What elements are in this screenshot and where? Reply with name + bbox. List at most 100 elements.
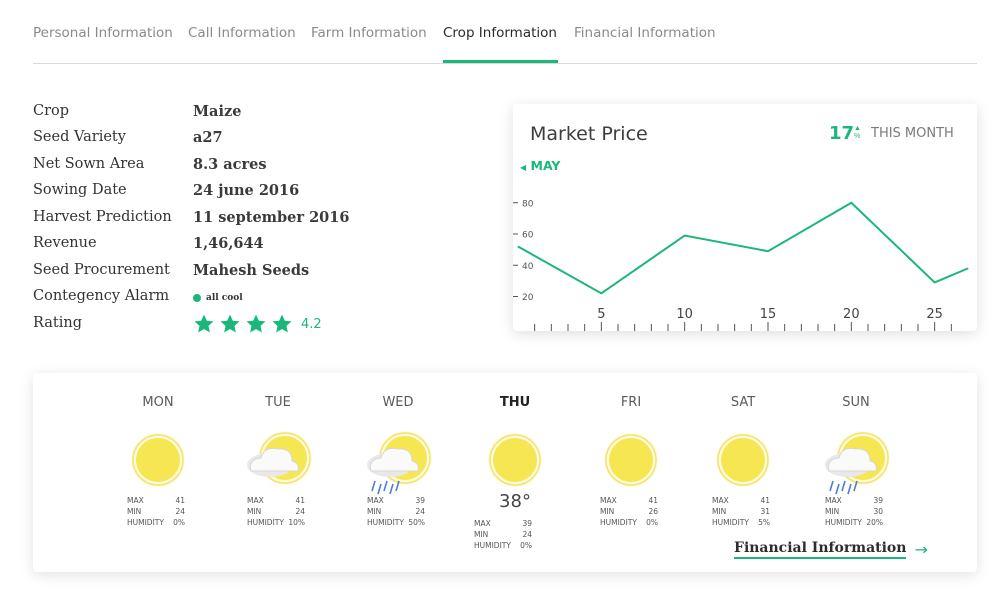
- day-name: TUE: [265, 395, 291, 410]
- stat-humidity: HUMIDITY 10%: [247, 517, 305, 528]
- tab-bar: Personal Information Call Information Fa…: [33, 0, 977, 64]
- stat-label: HUMIDITY: [367, 518, 404, 527]
- stat-value: 31: [760, 507, 770, 516]
- stat-label: HUMIDITY: [127, 518, 164, 527]
- stat-humidity: HUMIDITY 0%: [474, 540, 532, 551]
- arrow-right-icon[interactable]: →: [914, 540, 927, 559]
- stat-humidity: HUMIDITY 0%: [600, 517, 658, 528]
- stat-value: 41: [295, 496, 305, 505]
- status-dot-icon: [193, 294, 201, 302]
- stat-value: 26: [648, 507, 658, 516]
- day-name: SUN: [842, 395, 870, 410]
- info-value: 8.3 acres: [193, 156, 267, 173]
- day-stats: MAX 39 MIN 24 HUMIDITY 50%: [367, 495, 425, 528]
- price-series-line: [517, 201, 969, 295]
- stat-label: MIN: [712, 507, 727, 516]
- price-data-point: [517, 246, 519, 247]
- stat-min: MIN 31: [712, 506, 770, 517]
- stat-value: 24: [415, 507, 425, 516]
- stat-label: HUMIDITY: [600, 518, 637, 527]
- sun-icon: [131, 433, 185, 487]
- stat-label: MAX: [712, 496, 729, 505]
- stat-value: 0%: [520, 541, 532, 550]
- cloud-sun-icon: [247, 431, 312, 485]
- x-tick-label: 25: [926, 307, 943, 322]
- stat-min: MIN 24: [127, 506, 185, 517]
- stat-label: HUMIDITY: [247, 518, 284, 527]
- day-stats: MAX 39 MIN 24 HUMIDITY 0%: [474, 518, 532, 551]
- stat-label: MAX: [474, 519, 491, 528]
- alarm-status-text: all cool: [206, 293, 243, 303]
- stat-humidity: HUMIDITY 5%: [712, 517, 770, 528]
- stat-label: MIN: [825, 507, 840, 516]
- stat-max: MAX 41: [712, 495, 770, 506]
- market-price-chart: 20 40 60 80 5 10 15 20 25: [513, 199, 969, 331]
- star-icon: [246, 314, 266, 333]
- tab-call-information[interactable]: Call Information: [188, 25, 296, 41]
- stat-value: 24: [175, 507, 185, 516]
- stat-value: 41: [175, 496, 185, 505]
- x-tick-label: 20: [843, 307, 860, 322]
- stat-label: MAX: [367, 496, 384, 505]
- stat-label: MIN: [474, 530, 489, 539]
- tab-farm-information[interactable]: Farm Information: [311, 25, 427, 41]
- stat-value: 0%: [646, 518, 658, 527]
- info-label: Harvest Prediction: [33, 209, 172, 225]
- y-tick-label: 60: [522, 231, 534, 241]
- stat-value: 41: [760, 496, 770, 505]
- y-tick-label: 40: [522, 262, 534, 272]
- tab-personal-information[interactable]: Personal Information: [33, 25, 173, 41]
- stat-value: 50%: [408, 518, 425, 527]
- stat-label: MAX: [600, 496, 617, 505]
- day-stats: MAX 41 MIN 26 HUMIDITY 0%: [600, 495, 658, 528]
- day-name: FRI: [620, 395, 642, 410]
- price-data-point: [967, 267, 969, 269]
- stat-value: 10%: [288, 518, 305, 527]
- stat-max: MAX 39: [474, 518, 532, 529]
- stat-value: 39: [522, 519, 532, 528]
- y-tick-label: 20: [522, 293, 534, 303]
- price-data-point: [684, 235, 686, 237]
- x-tick-label: 15: [760, 307, 777, 322]
- tab-crop-information[interactable]: Crop Information: [443, 25, 557, 41]
- active-tab-indicator: [443, 60, 558, 63]
- day-stats: MAX 39 MIN 30 HUMIDITY 20%: [825, 495, 883, 528]
- price-data-point: [600, 292, 602, 294]
- financial-information-link[interactable]: Financial Information →: [734, 540, 928, 559]
- stat-humidity: HUMIDITY 20%: [825, 517, 883, 528]
- info-value: 11 september 2016: [193, 209, 350, 226]
- stat-value: 24: [522, 530, 532, 539]
- stat-label: MIN: [600, 507, 615, 516]
- stat-label: HUMIDITY: [474, 541, 511, 550]
- stat-value: 0%: [173, 518, 185, 527]
- stat-value: 30: [873, 507, 883, 516]
- day-stats: MAX 41 MIN 24 HUMIDITY 0%: [127, 495, 185, 528]
- info-label: Crop: [33, 103, 70, 119]
- price-data-point: [934, 281, 936, 283]
- price-data-point: [850, 202, 852, 204]
- rating-value: 4.2: [301, 316, 322, 332]
- stat-min: MIN 24: [367, 506, 425, 517]
- sun-icon: [488, 433, 542, 487]
- alarm-status: all cool: [193, 293, 243, 303]
- rain-sun-icon: [367, 431, 432, 495]
- star-icon: [220, 314, 240, 333]
- stat-value: 24: [295, 507, 305, 516]
- stat-max: MAX 39: [367, 495, 425, 506]
- info-label: Contegency Alarm: [33, 288, 170, 304]
- stat-label: HUMIDITY: [825, 518, 862, 527]
- stat-min: MIN 30: [825, 506, 883, 517]
- info-label: Seed Procurement: [33, 262, 170, 278]
- tab-financial-information[interactable]: Financial Information: [574, 25, 716, 41]
- financial-information-link-label[interactable]: Financial Information: [734, 540, 907, 559]
- star-icon: [272, 314, 292, 333]
- info-label: Sowing Date: [33, 182, 127, 198]
- day-name: SAT: [730, 395, 756, 410]
- stat-label: HUMIDITY: [712, 518, 749, 527]
- stat-humidity: HUMIDITY 50%: [367, 517, 425, 528]
- star-icon: [194, 314, 214, 333]
- info-label: Seed Variety: [33, 129, 126, 145]
- info-value: Maize: [193, 103, 242, 120]
- stat-min: MIN 26: [600, 506, 658, 517]
- day-stats: MAX 41 MIN 31 HUMIDITY 5%: [712, 495, 770, 528]
